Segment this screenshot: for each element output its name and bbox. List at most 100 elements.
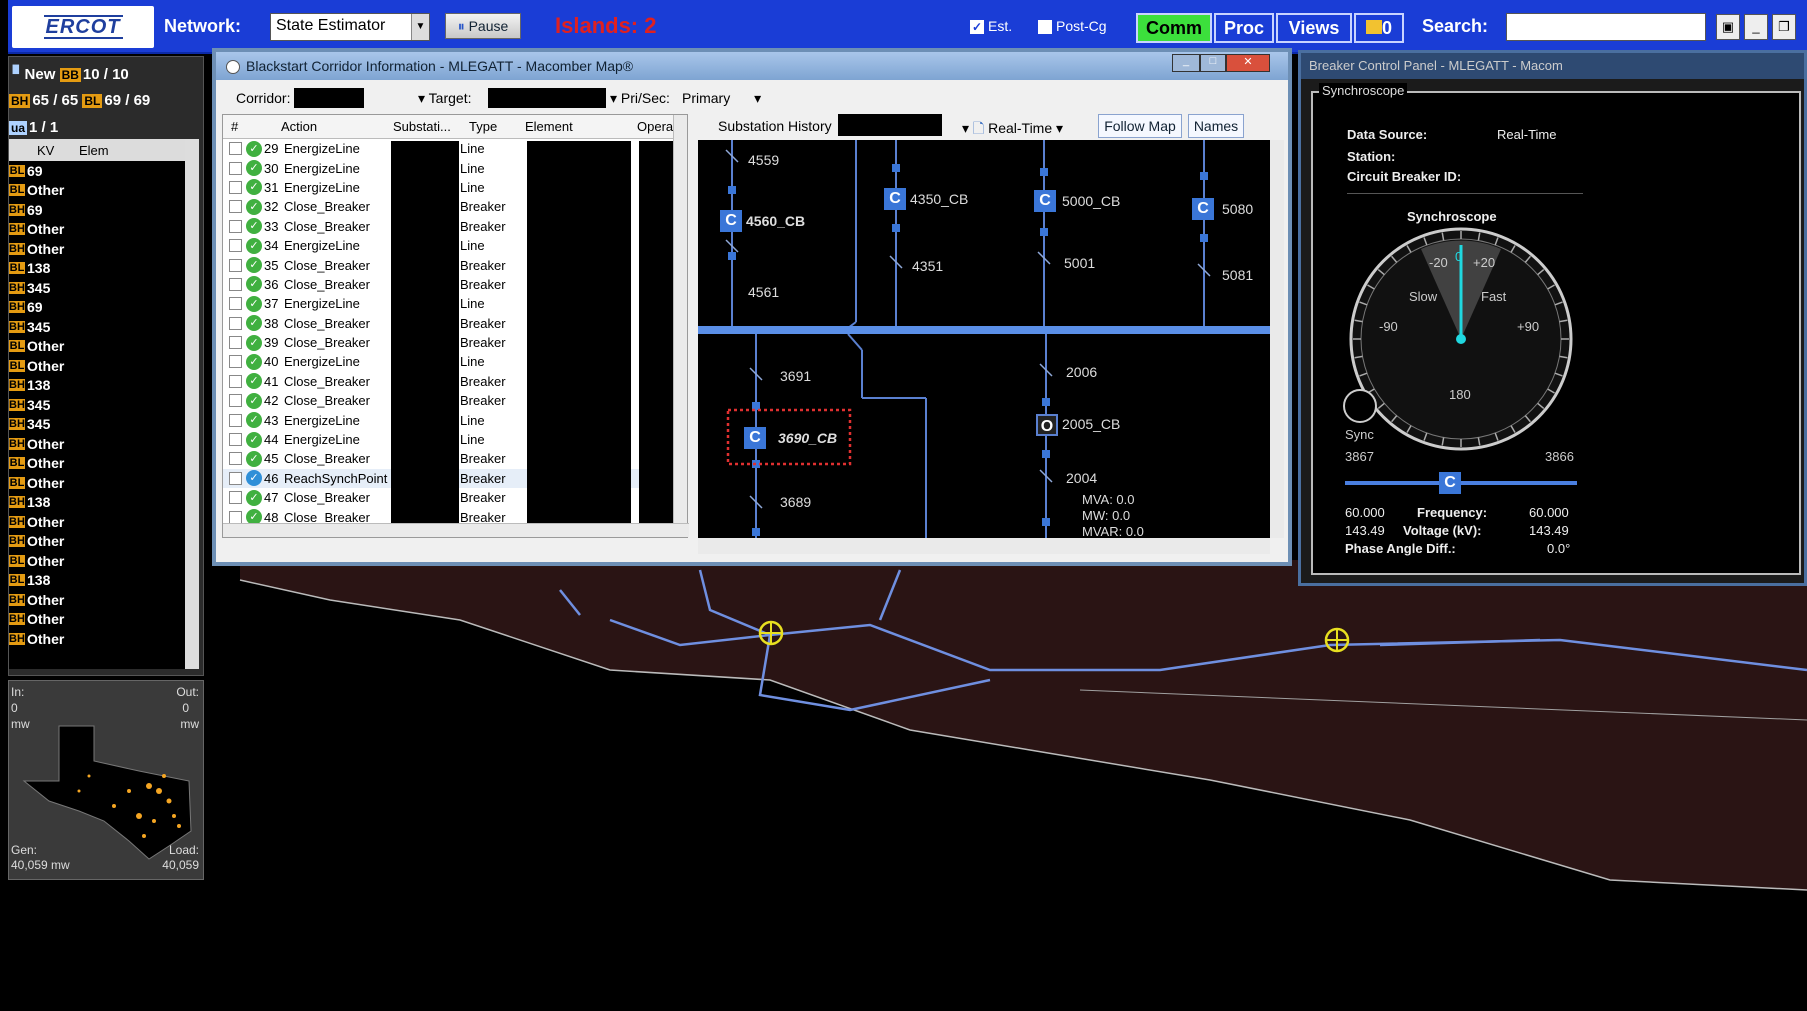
tab-views[interactable]: Views <box>1276 13 1352 43</box>
substation-one-line-diagram[interactable]: 4559 C 4560_CB 4561 C 4350_CB 4351 C 500… <box>698 140 1270 538</box>
layout-icon[interactable]: ▣ <box>1716 14 1740 40</box>
col-operator[interactable]: Opera <box>637 119 673 134</box>
maximize-icon[interactable]: □ <box>1200 54 1226 72</box>
col-type[interactable]: Type <box>469 119 525 134</box>
kv-list-item[interactable]: BL Other <box>9 551 185 571</box>
follow-map-button[interactable]: Follow Map <box>1098 114 1182 138</box>
names-button[interactable]: Names <box>1188 114 1244 138</box>
gen-value: 40,059 mw <box>11 858 70 872</box>
minimize-icon[interactable]: _ <box>1172 54 1200 72</box>
network-select[interactable]: State Estimator ▼ <box>270 13 430 41</box>
postcg-checkbox[interactable]: Post-Cg <box>1038 18 1107 35</box>
kv-list-item[interactable]: BH 138 <box>9 493 185 513</box>
row-checkbox[interactable] <box>229 316 242 330</box>
generator-icon[interactable] <box>1324 627 1350 653</box>
breaker-titlebar[interactable]: Breaker Control Panel - MLEGATT - Macom <box>1301 53 1804 79</box>
realtime-dropdown[interactable]: ▾ 🗋 Real-Time ▾ <box>962 118 1063 142</box>
row-checkbox[interactable] <box>229 394 242 408</box>
col-element[interactable]: Element <box>525 119 637 134</box>
kv-list-item[interactable]: BL 69 <box>9 161 185 181</box>
row-checkbox[interactable] <box>229 491 242 505</box>
substation-history-redacted[interactable] <box>838 114 942 136</box>
target-label[interactable]: ▾ Target: <box>418 90 471 107</box>
breaker-c-icon[interactable]: C <box>744 427 766 449</box>
breaker-c-icon[interactable]: C <box>884 188 906 210</box>
kv-list-item[interactable]: BL 138 <box>9 259 185 279</box>
col-action[interactable]: Action <box>281 119 393 134</box>
texas-minimap[interactable]: In: 0 mw Out: 0 mw Gen: 40,059 mw Load: … <box>8 680 204 880</box>
grid-horizontal-scrollbar[interactable] <box>223 523 689 537</box>
row-checkbox[interactable] <box>229 336 242 350</box>
kv-list-item[interactable]: BH 138 <box>9 376 185 396</box>
chevron-down-icon[interactable]: ▼ <box>411 14 429 40</box>
network-map[interactable] <box>210 560 1807 1011</box>
kv-list-item[interactable]: BL 138 <box>9 571 185 591</box>
kv-list-item[interactable]: BH Other <box>9 239 185 259</box>
row-checkbox[interactable] <box>229 355 242 369</box>
col-number[interactable]: # <box>223 119 281 134</box>
row-checkbox[interactable] <box>229 433 242 447</box>
kv-list-item[interactable]: BH Other <box>9 610 185 630</box>
kv-list-item[interactable]: BH 345 <box>9 278 185 298</box>
kv-value: Other <box>27 591 65 608</box>
row-checkbox[interactable] <box>229 239 242 253</box>
search-input[interactable] <box>1506 13 1706 41</box>
breaker-slider-c-icon[interactable]: C <box>1439 472 1461 494</box>
tab-comm[interactable]: Comm <box>1136 13 1212 43</box>
row-checkbox[interactable] <box>229 510 242 523</box>
est-checkbox[interactable]: ✓ Est. <box>970 18 1012 35</box>
tab-proc[interactable]: Proc <box>1214 13 1274 43</box>
kv-list-item[interactable]: BH Other <box>9 629 185 649</box>
kv-list-item[interactable]: BL Other <box>9 356 185 376</box>
row-checkbox[interactable] <box>229 277 242 291</box>
kv-list-item[interactable]: BH Other <box>9 434 185 454</box>
kv-list[interactable]: KV Elem BL 69 BL Other BH 69 BH Other BH Other BL 1… <box>9 139 199 669</box>
breaker-open-icon[interactable]: O <box>1036 414 1058 436</box>
close-icon[interactable]: ✕ <box>1226 54 1270 72</box>
kv-list-scrollbar[interactable] <box>185 139 199 669</box>
kv-list-item[interactable]: BH 345 <box>9 395 185 415</box>
breaker-c-icon[interactable]: C <box>720 210 742 232</box>
grid-vertical-scrollbar[interactable] <box>673 115 687 523</box>
kv-list-item[interactable]: BL Other <box>9 454 185 474</box>
action-grid[interactable]: # Action Substati... Type Element Opera … <box>222 114 689 538</box>
alarm-button[interactable]: 0 <box>1354 13 1404 43</box>
minimize-icon[interactable]: _ <box>1744 14 1768 40</box>
row-checkbox[interactable] <box>229 297 242 311</box>
pause-button[interactable]: ⏸ Pause <box>445 13 521 39</box>
generator-icon[interactable] <box>758 620 784 646</box>
col-substation[interactable]: Substati... <box>393 119 469 134</box>
blackstart-titlebar[interactable]: Blackstart Corridor Information - MLEGAT… <box>216 52 1288 80</box>
row-checkbox[interactable] <box>229 258 242 272</box>
kv-list-item[interactable]: BH 345 <box>9 317 185 337</box>
kv-list-item[interactable]: BH 69 <box>9 298 185 318</box>
breaker-c-icon[interactable]: C <box>1034 190 1056 212</box>
diagram-vertical-scrollbar[interactable] <box>1270 140 1284 538</box>
kv-list-item[interactable]: BL Other <box>9 337 185 357</box>
kv-list-item[interactable]: BH Other <box>9 590 185 610</box>
elem-column-header[interactable]: Elem <box>79 143 109 158</box>
diagram-horizontal-scrollbar[interactable] <box>698 538 1270 554</box>
row-checkbox[interactable] <box>229 161 242 175</box>
kv-list-item[interactable]: BH Other <box>9 220 185 240</box>
restore-icon[interactable]: ❐ <box>1772 14 1796 40</box>
row-checkbox[interactable] <box>229 374 242 388</box>
row-checkbox[interactable] <box>229 200 242 214</box>
kv-list-item[interactable]: BH Other <box>9 532 185 552</box>
row-checkbox[interactable] <box>229 452 242 466</box>
kv-list-item[interactable]: BL Other <box>9 181 185 201</box>
kv-list-item[interactable]: BH 69 <box>9 200 185 220</box>
row-checkbox[interactable] <box>229 219 242 233</box>
row-checkbox[interactable] <box>229 142 242 156</box>
row-checkbox[interactable] <box>229 180 242 194</box>
prisec-label[interactable]: ▾ Pri/Sec: <box>610 90 670 107</box>
kv-list-item[interactable]: BL Other <box>9 473 185 493</box>
row-checkbox[interactable] <box>229 413 242 427</box>
prisec-select[interactable]: Primary ▾ <box>682 90 761 107</box>
kv-column-header[interactable]: KV <box>9 143 79 158</box>
kv-list-item[interactable]: BH Other <box>9 512 185 532</box>
breaker-slider-track[interactable] <box>1345 481 1577 485</box>
row-checkbox[interactable] <box>229 471 242 485</box>
breaker-c-icon[interactable]: C <box>1192 198 1214 220</box>
kv-list-item[interactable]: BH 345 <box>9 415 185 435</box>
